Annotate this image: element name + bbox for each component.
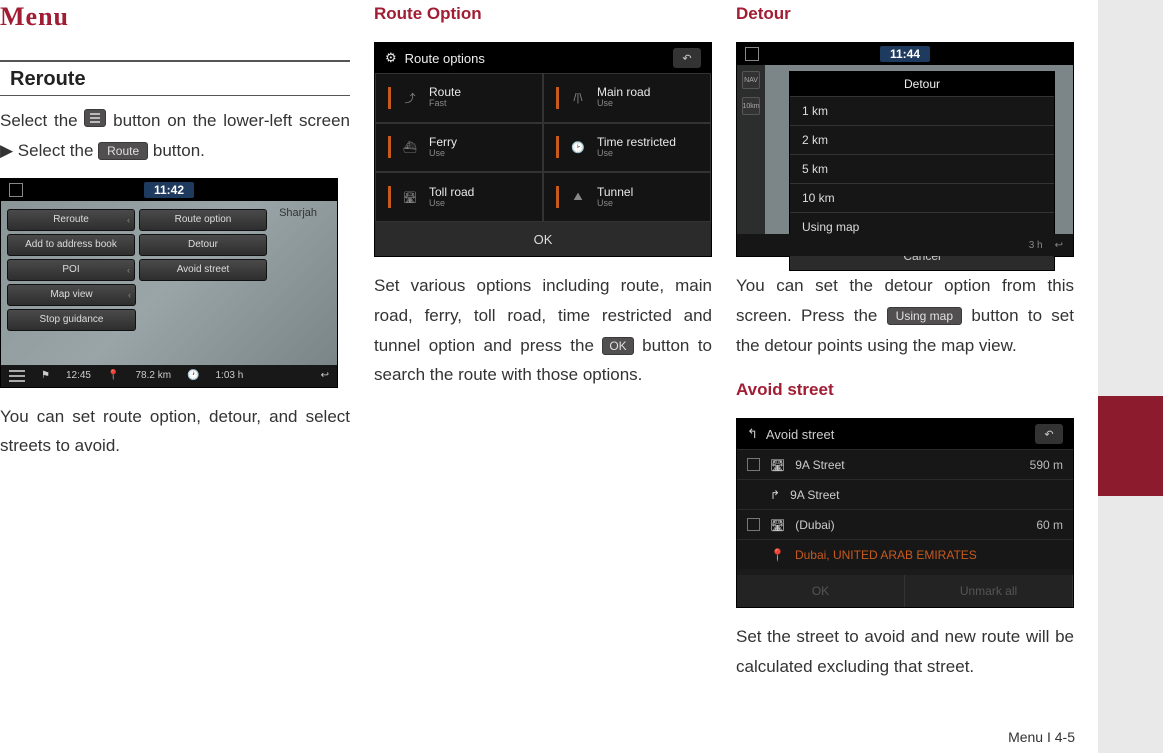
eta: 12:45	[66, 370, 91, 381]
opt-tunnel[interactable]: ⛰TunnelUse	[543, 172, 711, 222]
menu-reroute[interactable]: Reroute‹	[7, 209, 135, 231]
checkbox[interactable]	[747, 518, 760, 531]
pin-icon: 📍	[770, 548, 785, 562]
road-icon: 🛣	[770, 458, 785, 472]
ok-button-disabled: OK	[737, 575, 905, 607]
opt-time-restricted[interactable]: 🕑Time restrictedUse	[543, 123, 711, 173]
side-badges: NAV 10km	[737, 65, 765, 234]
avoid-street-heading: Avoid street	[736, 380, 1074, 400]
using-map-chip: Using map	[887, 307, 962, 325]
exit-icon[interactable]: ↩	[1055, 240, 1063, 251]
turn-icon: ↱	[770, 488, 780, 502]
route-option-screenshot: ⚙ Route options ↶ ⤴RouteFast /|\Main roa…	[374, 42, 712, 257]
distance: 78.2 km	[135, 370, 171, 381]
opt-route[interactable]: ⤴RouteFast	[375, 73, 543, 123]
menu-avoid-street[interactable]: Avoid street	[139, 259, 267, 281]
panel-title: Detour	[790, 72, 1054, 96]
map-area: Sharjah Reroute‹ Route option Add to add…	[1, 201, 337, 365]
menu-icon[interactable]	[9, 370, 25, 382]
flag-icon: ⚑	[41, 370, 50, 381]
ok-button[interactable]: OK	[375, 222, 711, 256]
label: Dubai, UNITED ARAB EMIRATES	[795, 548, 977, 562]
clock-icon: 🕐	[187, 370, 199, 381]
detour-5km[interactable]: 5 km	[790, 154, 1054, 183]
nav-badge: NAV	[742, 71, 760, 89]
reroute-heading: Reroute	[0, 60, 350, 96]
avoid-row-2[interactable]: ↱ 9A Street	[737, 479, 1073, 509]
back-button[interactable]: ↶	[673, 48, 701, 68]
avoid-row-dest: 📍 Dubai, UNITED ARAB EMIRATES	[737, 539, 1073, 569]
menu-route-option[interactable]: Route option	[139, 209, 267, 231]
distance: 60 m	[1036, 518, 1063, 532]
status-bar: 3 h ↩	[737, 234, 1073, 256]
remaining-time: 1:03 h	[215, 370, 243, 381]
route-option-heading: Route Option	[374, 4, 712, 24]
menu-map-view[interactable]: Map view‹	[7, 284, 136, 306]
clock: 11:44	[880, 46, 930, 62]
detour-heading: Detour	[736, 4, 1074, 24]
label: 9A Street	[795, 458, 844, 472]
route-option-desc: Set various options including route, mai…	[374, 271, 712, 390]
avoid-row-3[interactable]: 🛣 (Dubai) 60 m	[737, 509, 1073, 539]
avoid-row-1[interactable]: 🛣 9A Street 590 m	[737, 449, 1073, 479]
unmark-all-disabled: Unmark all	[905, 575, 1073, 607]
menu-detour[interactable]: Detour	[139, 234, 267, 256]
scale-badge: 10km	[742, 97, 760, 115]
road-icon: 🛣	[770, 518, 785, 532]
avoid-street-screenshot: ↰Avoid street ↶ 🛣 9A Street 590 m ↱ 9A S…	[736, 418, 1074, 608]
checkbox[interactable]	[747, 458, 760, 471]
status-bar: ⚑ 12:45 📍 78.2 km 🕐 1:03 h ↩	[1, 365, 337, 387]
label: 9A Street	[790, 488, 839, 502]
opt-toll-road[interactable]: 🛣Toll roadUse	[375, 172, 543, 222]
page-title: Menu	[0, 2, 350, 32]
gear-icon: ⚙	[385, 50, 397, 66]
remaining: 3 h	[1029, 240, 1043, 251]
reroute-intro: Select the button on the lower-left scre…	[0, 106, 350, 166]
chapter-tab: 04	[1098, 0, 1163, 753]
footer-bar: OK Unmark all	[737, 575, 1073, 607]
detour-desc: You can set the detour option from this …	[736, 271, 1074, 360]
detour-1km[interactable]: 1 km	[790, 96, 1054, 125]
detour-10km[interactable]: 10 km	[790, 183, 1054, 212]
hamburger-icon	[84, 109, 106, 127]
back-button[interactable]: ↶	[1035, 424, 1063, 444]
avoid-street-desc: Set the street to avoid and new route wi…	[736, 622, 1074, 682]
text: button.	[153, 141, 205, 160]
clock: 11:42	[144, 182, 194, 198]
detour-2km[interactable]: 2 km	[790, 125, 1054, 154]
screen-title: ⚙ Route options	[385, 50, 485, 66]
exit-icon[interactable]: ↩	[321, 370, 329, 381]
menu-add-addressbook[interactable]: Add to address book	[7, 234, 135, 256]
screen-title: ↰Avoid street	[747, 426, 834, 442]
label: (Dubai)	[795, 518, 834, 532]
detour-screenshot: 11:44 NAV 10km Detour 1 km 2 km 5 km 10 …	[736, 42, 1074, 257]
pin-icon: 📍	[107, 370, 119, 381]
opt-ferry[interactable]: ⛴FerryUse	[375, 123, 543, 173]
home-icon	[745, 47, 759, 61]
reroute-screenshot: 11:42 Sharjah Reroute‹ Route option Add …	[0, 178, 338, 388]
page-footer: Menu I 4-5	[1008, 729, 1075, 745]
distance: 590 m	[1030, 458, 1063, 472]
reroute-desc: You can set route option, detour, and se…	[0, 402, 350, 462]
home-icon	[9, 183, 23, 197]
route-button-chip: Route	[98, 142, 148, 160]
menu-overlay: Reroute‹ Route option Add to address boo…	[7, 209, 267, 334]
opt-main-road[interactable]: /|\Main roadUse	[543, 73, 711, 123]
ok-chip: OK	[602, 337, 633, 355]
menu-stop-guidance[interactable]: Stop guidance	[7, 309, 136, 331]
menu-poi[interactable]: POI‹	[7, 259, 135, 281]
map-label: Sharjah	[279, 207, 317, 219]
back-arrow-icon[interactable]: ↰	[747, 426, 758, 442]
text: Select the	[0, 111, 84, 130]
